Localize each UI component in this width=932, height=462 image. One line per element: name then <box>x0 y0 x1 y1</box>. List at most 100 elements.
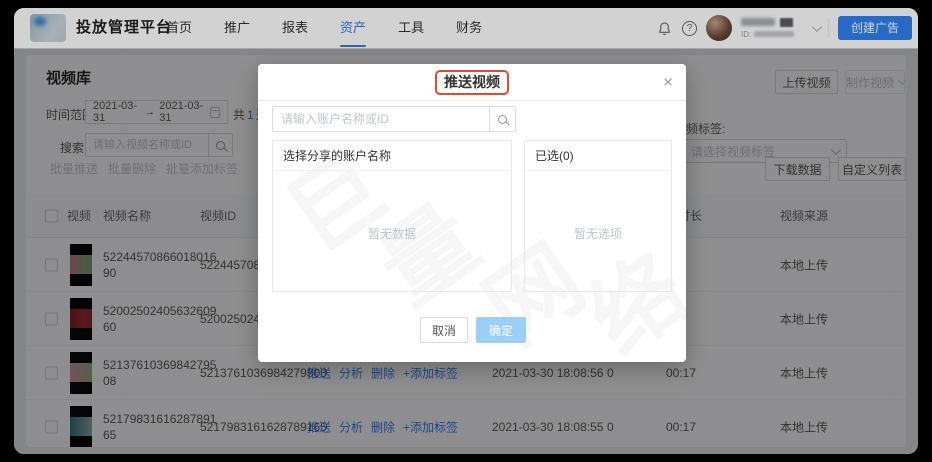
selected-accounts-panel: 已选(0) 暂无选项 <box>524 140 672 292</box>
no-selection-placeholder: 暂无选项 <box>573 227 622 241</box>
col-header-name: 视频名称 <box>103 209 152 223</box>
chevron-down-icon <box>898 76 906 85</box>
date-arrow: → <box>144 106 156 118</box>
video-name: 52002502405632609 60 <box>103 303 217 334</box>
upload-time: 2021-03-30 18:08:55 <box>492 419 604 434</box>
modal-title: 推送视频 <box>444 73 500 90</box>
video-thumbnail <box>70 405 92 447</box>
source-value: 本地上传 <box>780 258 829 272</box>
tag-select-placeholder: 请选择视频标签 <box>691 144 776 159</box>
video-name: 52179831616287891 65 <box>103 411 217 442</box>
account-search-box <box>272 106 516 132</box>
app-logo <box>30 14 66 42</box>
add-tag-link[interactable]: +添加标签 <box>403 364 458 381</box>
share-accounts-panel: 选择分享的账户名称 暂无数据 <box>272 140 512 292</box>
delete-link[interactable]: 删除 <box>371 364 395 381</box>
create-ad-button[interactable]: 创建广告 <box>837 16 912 40</box>
count-value: 0 <box>607 365 614 380</box>
nav-item-finance[interactable]: 财务 <box>456 8 482 48</box>
date-start: 2021-03-31 <box>93 100 138 124</box>
no-data-placeholder: 暂无数据 <box>367 227 416 241</box>
annotation-highlight-box: 推送视频 <box>435 69 509 95</box>
selected-accounts-panel-title: 已选(0) <box>525 141 671 171</box>
batch-push-button[interactable]: 批量推送 <box>50 160 98 177</box>
nav-item-reports[interactable]: 报表 <box>282 8 308 48</box>
app-title: 投放管理平台 <box>76 19 173 36</box>
delete-link[interactable]: 删除 <box>371 418 395 435</box>
row-actions: 推送 分析 删除 +添加标签 <box>307 364 458 381</box>
make-video-button[interactable]: 制作视频 <box>845 70 906 94</box>
avatar[interactable] <box>705 15 732 41</box>
account-search-input[interactable] <box>273 107 489 131</box>
batch-delete-button[interactable]: 批量删除 <box>108 160 156 177</box>
account-search-button[interactable] <box>489 107 515 131</box>
video-thumbnail <box>70 351 92 394</box>
user-id-prefix: ID: <box>740 29 752 39</box>
analyze-link[interactable]: 分析 <box>339 364 363 381</box>
count-value: 0 <box>607 419 614 434</box>
divider <box>827 19 829 37</box>
share-accounts-panel-title: 选择分享的账户名称 <box>273 141 511 171</box>
user-badge-image <box>779 17 793 27</box>
upload-time: 2021-03-30 18:08:56 <box>492 365 604 380</box>
source-value: 本地上传 <box>780 312 829 326</box>
search-button[interactable] <box>208 134 232 156</box>
push-video-modal: 巨 量 网 络 推送视频 × 选择分享的账户名称 暂无数据 已选(0) 暂无选项… <box>258 64 686 362</box>
nav-item-tools[interactable]: 工具 <box>398 8 424 48</box>
header-right-cluster: ? ID: 创建广告 <box>657 8 912 48</box>
search-icon <box>216 140 225 150</box>
push-link[interactable]: 推送 <box>307 364 331 381</box>
video-search-box <box>85 133 233 157</box>
confirm-button[interactable]: 确定 <box>476 317 526 343</box>
duration-value: 00:17 <box>666 419 697 434</box>
source-value: 本地上传 <box>780 420 829 434</box>
select-all-checkbox[interactable] <box>45 209 58 223</box>
page-title: 视频库 <box>46 70 92 87</box>
upload-video-button[interactable]: 上传视频 <box>775 70 838 94</box>
add-tag-link[interactable]: +添加标签 <box>403 418 458 435</box>
batch-actions: 批量推送 批量删除 批量添加标签 <box>50 160 238 177</box>
main-nav: 首页 推广 报表 资产 工具 财务 <box>166 8 482 48</box>
user-info[interactable]: ID: <box>740 17 803 39</box>
col-header-source: 视频来源 <box>780 209 829 223</box>
batch-add-tag-button[interactable]: 批量添加标签 <box>166 160 238 177</box>
video-thumbnail <box>70 243 92 286</box>
search-icon <box>498 114 507 124</box>
modal-header: 推送视频 × <box>258 64 686 101</box>
calendar-icon <box>210 106 220 118</box>
screenshot-frame: 投放管理平台 首页 推广 报表 资产 工具 财务 ? ID: 创建广告 视频库 … <box>0 0 932 462</box>
days-count: 1 <box>247 108 254 122</box>
row-checkbox[interactable] <box>45 312 58 325</box>
col-header-id: 视频ID <box>200 209 237 223</box>
download-data-button[interactable]: 下载数据 <box>765 157 830 181</box>
row-checkbox[interactable] <box>45 420 58 433</box>
video-search-input[interactable] <box>86 134 208 156</box>
video-name: 52137610369842795 08 <box>103 357 217 388</box>
source-value: 本地上传 <box>780 366 829 380</box>
video-name: 52244570866018016 90 <box>103 249 217 280</box>
col-header-video: 视频 <box>67 209 92 223</box>
row-checkbox[interactable] <box>45 366 58 379</box>
user-id-redacted <box>754 31 795 37</box>
help-icon[interactable]: ? <box>681 20 697 36</box>
table-row: 52179831616287891 65 5217983161628789165 … <box>26 400 906 447</box>
nav-item-promotion[interactable]: 推广 <box>224 8 250 48</box>
row-checkbox[interactable] <box>45 258 58 271</box>
nav-item-assets-active[interactable]: 资产 <box>340 8 366 48</box>
username-redacted <box>740 18 775 26</box>
date-end: 2021-03-31 <box>159 100 204 124</box>
duration-value: 00:17 <box>666 365 697 380</box>
chevron-down-icon[interactable] <box>811 21 822 32</box>
video-thumbnail <box>70 297 92 340</box>
close-icon[interactable]: × <box>663 74 673 91</box>
bell-icon[interactable] <box>657 20 673 36</box>
customize-columns-button[interactable]: 自定义列表 <box>838 157 906 181</box>
analyze-link[interactable]: 分析 <box>339 418 363 435</box>
date-range-picker[interactable]: 2021-03-31 → 2021-03-31 <box>85 100 228 124</box>
push-link[interactable]: 推送 <box>307 418 331 435</box>
cancel-button[interactable]: 取消 <box>420 317 468 343</box>
nav-item-home[interactable]: 首页 <box>166 8 192 48</box>
app-header: 投放管理平台 首页 推广 报表 资产 工具 财务 ? ID: 创建广告 <box>14 8 918 48</box>
row-actions: 推送 分析 删除 +添加标签 <box>307 418 458 435</box>
search-label: 搜索: <box>60 141 88 155</box>
